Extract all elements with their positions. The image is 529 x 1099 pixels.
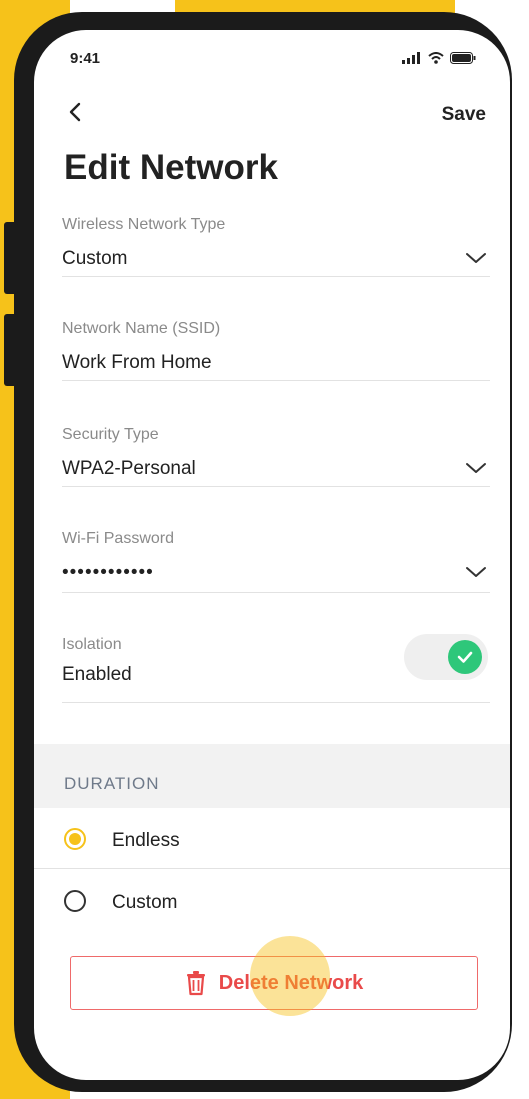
status-time: 9:41 (70, 50, 101, 67)
network-type-select[interactable]: Custom (62, 248, 127, 270)
isolation-value: Enabled (62, 664, 132, 685)
divider (62, 276, 490, 277)
page-title: Edit Network (64, 148, 278, 187)
divider (62, 380, 490, 381)
option-custom-label[interactable]: Custom (112, 892, 177, 914)
trash-icon (186, 971, 205, 996)
radio-endless[interactable] (64, 828, 86, 850)
security-type-label: Security Type (62, 426, 159, 443)
battery-icon (450, 52, 476, 64)
security-type-select[interactable]: WPA2-Personal (62, 458, 196, 480)
chevron-down-icon[interactable] (464, 250, 488, 266)
phone-side-button (4, 314, 18, 386)
network-type-label: Wireless Network Type (62, 216, 226, 233)
chevron-left-icon[interactable] (64, 100, 88, 124)
phone-screen: 9:41 Save Edit Network Wireless Network … (34, 30, 510, 1080)
option-endless-label[interactable]: Endless (112, 830, 180, 852)
toggle-knob (448, 640, 482, 674)
divider (34, 868, 510, 869)
checkmark-icon (457, 651, 473, 663)
duration-header: DURATION (64, 774, 160, 793)
divider (62, 592, 490, 593)
isolation-label: Isolation (62, 636, 122, 653)
ssid-label: Network Name (SSID) (62, 320, 221, 337)
password-input[interactable]: •••••••••••• (62, 562, 154, 584)
wifi-icon (428, 52, 444, 64)
ssid-input[interactable]: Work From Home (62, 352, 212, 374)
divider (62, 702, 490, 703)
status-icons (402, 52, 476, 64)
save-button[interactable]: Save (442, 104, 486, 126)
radio-dot (69, 833, 81, 845)
phone-side-button (4, 222, 18, 294)
tap-highlight (250, 936, 330, 1016)
radio-custom[interactable] (64, 890, 86, 912)
divider (62, 486, 490, 487)
signal-icon (402, 52, 420, 64)
chevron-down-icon[interactable] (464, 564, 488, 580)
isolation-toggle[interactable] (404, 634, 488, 680)
password-label: Wi-Fi Password (62, 530, 175, 547)
chevron-down-icon[interactable] (464, 460, 488, 476)
